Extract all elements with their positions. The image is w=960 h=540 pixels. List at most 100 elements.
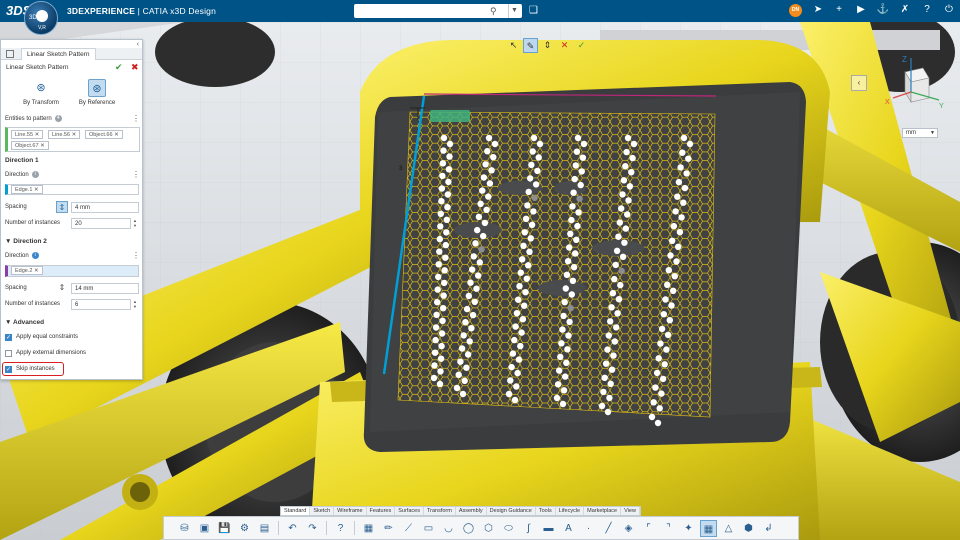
pattern-instance[interactable] bbox=[521, 229, 528, 236]
tab-lifecycle[interactable]: Lifecycle bbox=[556, 507, 585, 515]
help-icon[interactable]: ? bbox=[920, 4, 934, 15]
pattern-instance[interactable] bbox=[528, 221, 536, 228]
more-options-icon[interactable]: ⋮ bbox=[132, 170, 140, 179]
tab-surfaces[interactable]: Surfaces bbox=[395, 507, 424, 515]
pattern-instance[interactable] bbox=[473, 285, 480, 292]
user-avatar[interactable]: DN bbox=[789, 4, 802, 17]
pattern-instance[interactable] bbox=[664, 281, 671, 288]
tab-marketplace[interactable]: Marketplace bbox=[584, 507, 622, 515]
pattern-instance[interactable] bbox=[453, 384, 461, 392]
pattern-instance[interactable] bbox=[524, 202, 531, 209]
pattern-instance[interactable] bbox=[430, 374, 438, 382]
pattern-instance[interactable] bbox=[683, 170, 690, 177]
pattern-instance[interactable] bbox=[512, 323, 519, 330]
pattern-instance[interactable] bbox=[521, 302, 528, 309]
tab-sketch[interactable]: Sketch bbox=[310, 507, 335, 515]
tab-features[interactable]: Features bbox=[367, 507, 396, 515]
pattern-instance[interactable] bbox=[434, 299, 441, 306]
pattern-instance[interactable] bbox=[436, 248, 443, 255]
cursor-icon[interactable]: ↖ bbox=[506, 38, 521, 53]
pattern-instance[interactable] bbox=[571, 175, 578, 183]
pattern-instance[interactable] bbox=[681, 184, 689, 192]
instances1-stepper[interactable]: ▲ ▼ bbox=[131, 218, 139, 229]
3d-viewport[interactable]: 3 bbox=[0, 22, 960, 540]
pattern-instance[interactable] bbox=[673, 258, 680, 265]
entity-chip[interactable]: Line.55 ✕ bbox=[11, 130, 44, 139]
pattern-instance[interactable] bbox=[559, 400, 567, 408]
pattern-instance[interactable] bbox=[554, 381, 562, 388]
pattern-instance[interactable] bbox=[605, 332, 612, 339]
pattern-instance[interactable] bbox=[469, 266, 476, 273]
pattern-instance[interactable] bbox=[515, 356, 523, 363]
spacing2-input[interactable]: 14 mm bbox=[71, 283, 139, 294]
pattern-instance[interactable] bbox=[653, 369, 661, 377]
pattern-instance[interactable] bbox=[522, 289, 529, 296]
pattern-instance[interactable] bbox=[618, 267, 625, 275]
pattern-instance[interactable] bbox=[678, 214, 685, 221]
pattern-instance[interactable] bbox=[439, 160, 447, 167]
pattern-instance[interactable] bbox=[527, 235, 534, 242]
pattern-instance[interactable] bbox=[566, 244, 573, 251]
pattern-instance[interactable] bbox=[436, 235, 443, 243]
pattern-instance[interactable] bbox=[611, 275, 618, 283]
pattern-instance[interactable] bbox=[604, 346, 611, 353]
pattern-instance[interactable] bbox=[675, 243, 682, 250]
pattern-instance[interactable] bbox=[680, 134, 688, 142]
pattern-instance[interactable] bbox=[623, 148, 630, 156]
pattern-instance[interactable] bbox=[656, 405, 663, 412]
pattern-instance[interactable] bbox=[440, 147, 447, 154]
pattern-instance[interactable] bbox=[615, 233, 622, 240]
pattern-instance[interactable] bbox=[480, 232, 487, 240]
pattern-instance[interactable] bbox=[564, 258, 572, 265]
pattern-instance[interactable] bbox=[671, 273, 678, 280]
entity-chip[interactable]: Object.67 ✕ bbox=[11, 141, 49, 150]
pattern-instance[interactable] bbox=[432, 336, 439, 344]
pattern-instance[interactable] bbox=[602, 360, 610, 367]
view-cube[interactable]: Z X Y bbox=[885, 54, 947, 112]
pattern-instance[interactable] bbox=[461, 377, 468, 384]
pattern-instance[interactable] bbox=[528, 161, 535, 169]
pattern-instance[interactable] bbox=[606, 394, 613, 402]
pattern-instance[interactable] bbox=[662, 296, 669, 303]
pattern-instance[interactable] bbox=[625, 197, 632, 204]
erase-icon[interactable]: ◈ bbox=[620, 520, 637, 537]
network-icon[interactable]: ⚓ bbox=[876, 4, 890, 15]
polygon-icon[interactable]: ⬡ bbox=[480, 520, 497, 537]
exit-sketch-icon[interactable]: ↲ bbox=[760, 520, 777, 537]
pattern-instance[interactable] bbox=[437, 223, 444, 230]
linear-pattern-icon[interactable]: ▦ bbox=[700, 519, 717, 537]
pattern-instance[interactable] bbox=[431, 349, 439, 356]
pattern-instance[interactable] bbox=[526, 175, 534, 182]
external-dimensions-checkbox[interactable] bbox=[5, 350, 12, 357]
pattern-instance[interactable] bbox=[519, 256, 526, 263]
pattern-instance[interactable] bbox=[446, 153, 453, 160]
point-icon[interactable]: · bbox=[580, 520, 597, 537]
direction2-field[interactable]: Edge.2 ✕ bbox=[5, 265, 139, 277]
delete-icon[interactable]: ✕ bbox=[557, 38, 572, 53]
pattern-instance[interactable] bbox=[437, 355, 445, 362]
pattern-instance[interactable] bbox=[485, 134, 493, 142]
pattern-instance[interactable] bbox=[560, 312, 567, 320]
pattern-instance[interactable] bbox=[508, 363, 515, 371]
corner-icon[interactable]: ⌜ bbox=[640, 520, 657, 537]
pattern-instance[interactable] bbox=[440, 292, 447, 299]
pattern-instance[interactable] bbox=[529, 148, 536, 155]
pattern-instance[interactable] bbox=[458, 345, 466, 352]
pattern-instance[interactable] bbox=[440, 134, 448, 142]
pattern-instance[interactable] bbox=[438, 330, 446, 337]
pattern-instance[interactable] bbox=[624, 134, 632, 142]
pattern-instance[interactable] bbox=[580, 140, 588, 148]
pattern-instance[interactable] bbox=[558, 340, 565, 347]
tab-assembly[interactable]: Assembly bbox=[456, 507, 487, 515]
share-icon[interactable]: ⚙ bbox=[236, 520, 253, 537]
ok-button[interactable]: ✔ bbox=[115, 62, 123, 73]
pattern-instance[interactable] bbox=[618, 205, 625, 212]
pattern-instance[interactable] bbox=[629, 154, 636, 162]
pattern-instance[interactable] bbox=[567, 230, 574, 237]
pattern-instance[interactable] bbox=[579, 154, 587, 161]
pattern-instance[interactable] bbox=[563, 359, 570, 367]
redo-icon[interactable]: ↷ bbox=[304, 520, 321, 537]
pattern-instance[interactable] bbox=[574, 134, 582, 142]
pattern-instance[interactable] bbox=[557, 353, 564, 361]
undo-icon[interactable]: ↶ bbox=[284, 520, 301, 537]
